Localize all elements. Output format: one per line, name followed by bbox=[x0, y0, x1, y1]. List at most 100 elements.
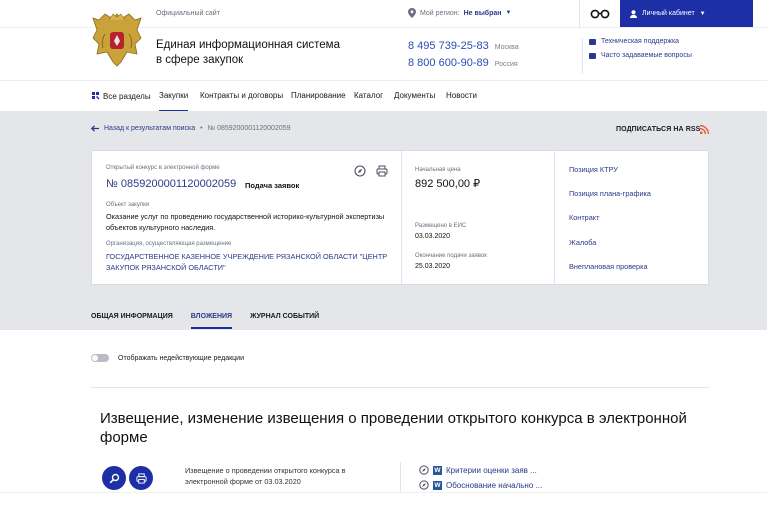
nav-label: Закупки bbox=[159, 91, 189, 100]
initial-price: 892 500,00 ₽ bbox=[415, 178, 481, 190]
location-pin-icon bbox=[408, 8, 416, 18]
contract-link[interactable]: Контракт bbox=[569, 213, 599, 222]
site-title[interactable]: Единая информационная система в сфере за… bbox=[156, 38, 356, 68]
file-justification[interactable]: W Обоснование начально ... bbox=[419, 480, 542, 490]
region-label: Мой регион: bbox=[420, 9, 460, 17]
related-links: Позиция КТРУ Позиция плана-графика Контр… bbox=[554, 151, 708, 284]
purchase-object: Оказание услуг по проведению государстве… bbox=[106, 212, 385, 232]
file-justification-name[interactable]: Обоснование начально ... bbox=[446, 481, 542, 490]
word-file-icon: W bbox=[433, 465, 442, 475]
file-criteria-name[interactable]: Критерии оценки заяв ... bbox=[446, 466, 537, 475]
section-title: Извещение, изменение извещения о проведе… bbox=[100, 410, 687, 446]
organization-label: Организация, осуществляющая размещение bbox=[106, 241, 232, 247]
phone-label: Москва bbox=[494, 44, 519, 51]
plan-schedule-link[interactable]: Позиция плана-графика bbox=[569, 189, 651, 198]
notice-document-title: Извещение о проведении открытого конкурс… bbox=[185, 465, 385, 487]
compass-icon[interactable] bbox=[354, 165, 366, 177]
purchase-card: Открытый конкурс в электронной форме № 0… bbox=[91, 150, 709, 285]
phone-row-moscow: 8 495 739-25-83 Москва bbox=[408, 40, 519, 52]
official-site-label: Официальный сайт bbox=[156, 10, 220, 17]
deadline-label: Окончание подачи заявок bbox=[415, 253, 487, 259]
chevron-down-icon: ▼ bbox=[505, 10, 512, 16]
purchase-main-info: Открытый конкурс в электронной форме № 0… bbox=[92, 151, 401, 284]
phone-row-russia: 8 800 600-90-89 Россия bbox=[408, 57, 519, 69]
ktru-position-link[interactable]: Позиция КТРУ bbox=[569, 165, 618, 174]
nav-catalog[interactable]: Каталог bbox=[354, 91, 383, 112]
placed-label: Размещено в ЕИС bbox=[415, 223, 467, 229]
tab-attachments[interactable]: ВЛОЖЕНИЯ bbox=[190, 313, 233, 329]
deadline-date: 25.03.2020 bbox=[415, 263, 451, 270]
nav-label: Контракты и договоры bbox=[200, 91, 284, 100]
notice-line1: Извещение о проведении открытого конкурс… bbox=[185, 466, 346, 475]
mail-icon bbox=[589, 38, 596, 45]
coat-of-arms-logo[interactable] bbox=[91, 10, 143, 68]
nav-label: Все разделы bbox=[103, 92, 151, 101]
region-selector[interactable]: Мой регион: Не выбран ▼ bbox=[408, 8, 511, 18]
inactive-editions-toggle-row: Отображать недействующие редакции bbox=[91, 354, 244, 362]
placed-date: 03.03.2020 bbox=[415, 233, 451, 240]
main-nav: Все разделы Закупки Контракты и договоры… bbox=[0, 80, 767, 112]
nav-all-sections[interactable]: Все разделы bbox=[91, 91, 151, 112]
compass-icon bbox=[419, 480, 429, 490]
document-icon bbox=[589, 52, 596, 59]
tab-bar: ОБЩАЯ ИНФОРМАЦИЯ ВЛОЖЕНИЯ ЖУРНАЛ СОБЫТИЙ bbox=[91, 313, 319, 329]
nav-label: Каталог bbox=[354, 91, 384, 100]
site-title-line1: Единая информационная система bbox=[156, 39, 340, 51]
tab-general-info[interactable]: ОБЩАЯ ИНФОРМАЦИЯ bbox=[91, 313, 173, 329]
nav-contracts[interactable]: Контракты и договоры bbox=[200, 91, 283, 112]
accessibility-button[interactable] bbox=[579, 0, 620, 27]
faq-label: Часто задаваемые вопросы bbox=[601, 52, 692, 59]
back-to-results-link[interactable]: Назад к результатам поиска bbox=[104, 125, 195, 132]
purchase-number-link[interactable]: № 0859200001120002059 bbox=[106, 178, 236, 190]
phone-number[interactable]: 8 800 600-90-89 bbox=[408, 57, 489, 69]
view-document-button[interactable] bbox=[102, 466, 126, 490]
arrow-left-icon[interactable] bbox=[91, 125, 99, 132]
user-icon bbox=[630, 9, 637, 18]
faq-link[interactable]: Часто задаваемые вопросы bbox=[589, 52, 692, 59]
price-label: Начальная цена bbox=[415, 167, 461, 173]
unscheduled-check-link[interactable]: Внеплановая проверка bbox=[569, 262, 648, 271]
nav-label: Планирование bbox=[291, 91, 346, 100]
phone-number[interactable]: 8 495 739-25-83 bbox=[408, 40, 489, 52]
nav-purchases[interactable]: Закупки bbox=[159, 91, 189, 112]
inactive-editions-toggle[interactable] bbox=[91, 354, 109, 362]
organization-link[interactable]: ГОСУДАРСТВЕННОЕ КАЗЕННОЕ УЧРЕЖДЕНИЕ РЯЗА… bbox=[106, 251, 391, 273]
sections-icon bbox=[92, 92, 100, 100]
file-criteria[interactable]: W Критерии оценки заяв ... bbox=[419, 465, 537, 475]
personal-cabinet-button[interactable]: Личный кабинет ▼ bbox=[620, 0, 753, 27]
search-icon bbox=[109, 473, 119, 483]
rss-icon[interactable] bbox=[700, 125, 709, 134]
object-label: Объект закупки bbox=[106, 202, 150, 208]
compass-icon bbox=[419, 465, 429, 475]
personal-cabinet-label: Личный кабинет bbox=[642, 10, 695, 17]
nav-news[interactable]: Новости bbox=[446, 91, 477, 112]
nav-label: Документы bbox=[394, 91, 436, 100]
tab-event-log[interactable]: ЖУРНАЛ СОБЫТИЙ bbox=[250, 313, 319, 329]
purchase-stage: Подача заявок bbox=[245, 181, 300, 190]
print-icon bbox=[135, 472, 147, 484]
purchase-price-dates: Начальная цена 892 500,00 ₽ Размещено в … bbox=[401, 151, 554, 284]
breadcrumb-separator: • bbox=[200, 125, 203, 132]
rss-subscribe-link[interactable]: ПОДПИСАТЬСЯ НА RSS bbox=[616, 126, 700, 133]
bottom-strip bbox=[0, 492, 767, 511]
nav-label: Новости bbox=[446, 91, 477, 100]
nav-documents[interactable]: Документы bbox=[394, 91, 435, 112]
tech-support-link[interactable]: Техническая поддержка bbox=[589, 38, 692, 45]
nav-planning[interactable]: Планирование bbox=[291, 91, 346, 112]
notice-line2: электронной форме от 03.03.2020 bbox=[185, 477, 301, 486]
complaint-link[interactable]: Жалоба bbox=[569, 238, 596, 247]
section-divider bbox=[91, 387, 709, 388]
breadcrumb-current: № 0859200001120002059 bbox=[207, 125, 291, 132]
word-file-icon: W bbox=[433, 480, 442, 490]
toggle-label: Отображать недействующие редакции bbox=[118, 354, 245, 362]
print-document-button[interactable] bbox=[129, 466, 153, 490]
phone-list: 8 495 739-25-83 Москва 8 800 600-90-89 Р… bbox=[408, 40, 519, 74]
chevron-down-icon: ▼ bbox=[699, 10, 706, 17]
region-value[interactable]: Не выбран bbox=[464, 10, 502, 17]
phone-label: Россия bbox=[494, 61, 518, 68]
print-icon[interactable] bbox=[376, 165, 388, 177]
glasses-icon bbox=[590, 9, 610, 18]
breadcrumb: Назад к результатам поиска • № 085920000… bbox=[91, 125, 291, 132]
site-title-line2: в сфере закупок bbox=[156, 54, 244, 66]
help-links: Техническая поддержка Часто задаваемые в… bbox=[582, 38, 692, 74]
